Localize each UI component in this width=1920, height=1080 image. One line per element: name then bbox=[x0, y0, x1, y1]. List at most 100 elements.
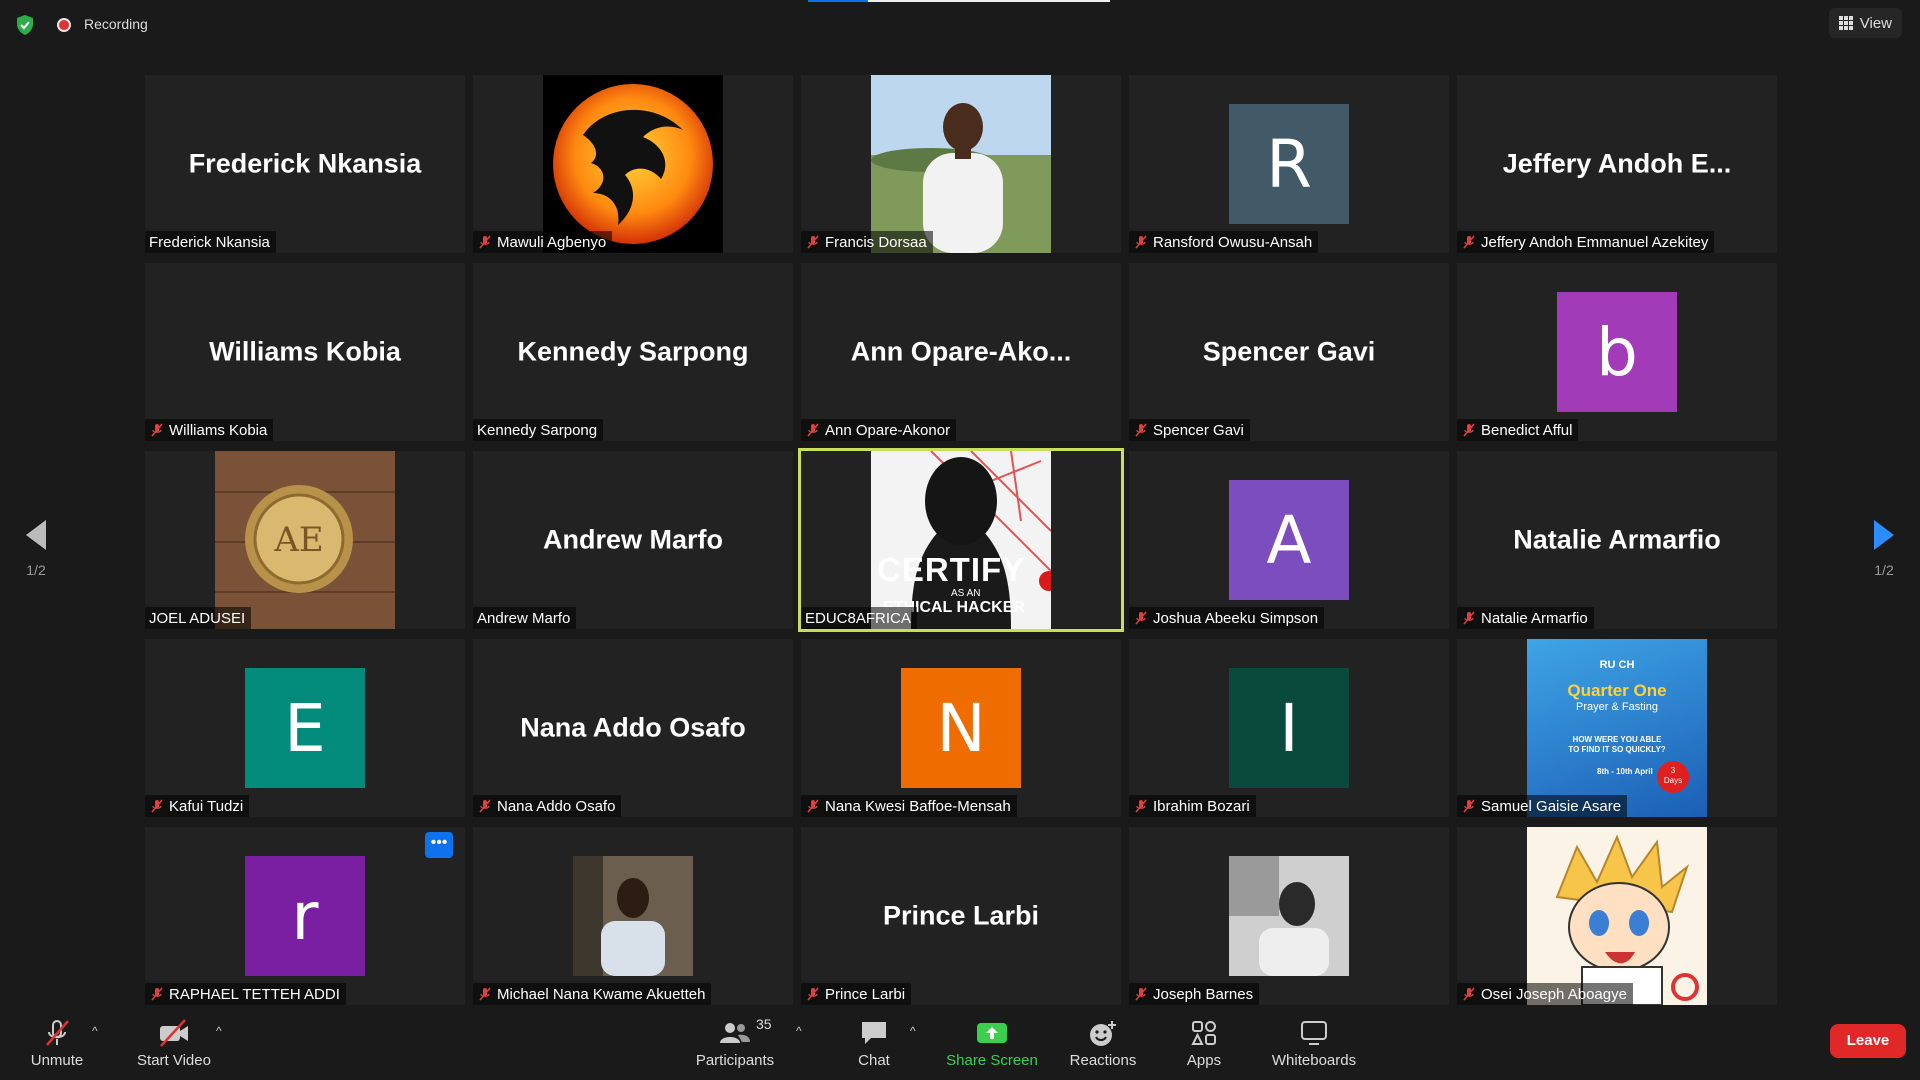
share-screen-button[interactable]: Share Screen bbox=[944, 1014, 1040, 1069]
flyer-date: 8th - 10th April bbox=[1597, 767, 1653, 776]
participant-tile[interactable]: Kennedy Sarpong Kennedy Sarpong bbox=[473, 263, 793, 441]
participant-name-tag: Ransford Owusu-Ansah bbox=[1129, 231, 1319, 253]
participant-name-tag: Nana Kwesi Baffoe-Mensah bbox=[801, 795, 1017, 817]
participant-tile[interactable]: Francis Dorsaa bbox=[801, 75, 1121, 253]
participant-tile[interactable]: b Benedict Afful bbox=[1457, 263, 1777, 441]
participant-tile[interactable]: Nana Addo Osafo Nana Addo Osafo bbox=[473, 639, 793, 817]
svg-text:AE: AE bbox=[273, 520, 323, 560]
participants-caret-icon[interactable]: ^ bbox=[796, 1024, 802, 1038]
participant-avatar: N bbox=[901, 668, 1021, 788]
muted-mic-icon bbox=[1463, 235, 1475, 249]
participant-tile[interactable]: Mawuli Agbenyo bbox=[473, 75, 793, 253]
more-options-button[interactable]: ••• bbox=[425, 832, 453, 858]
participant-tile[interactable]: Jeffery Andoh E... Jeffery Andoh Emmanue… bbox=[1457, 75, 1777, 253]
muted-mic-icon bbox=[1135, 799, 1147, 813]
muted-mic-icon bbox=[807, 799, 819, 813]
muted-mic-icon bbox=[151, 799, 163, 813]
participant-tile[interactable]: r ••• RAPHAEL TETTEH ADDI bbox=[145, 827, 465, 1005]
participant-name-tag: Frederick Nkansia bbox=[145, 231, 276, 253]
participant-tile[interactable]: N Nana Kwesi Baffoe-Mensah bbox=[801, 639, 1121, 817]
share-screen-icon bbox=[977, 1023, 1007, 1043]
participant-tile[interactable]: Natalie Armarfio Natalie Armarfio bbox=[1457, 451, 1777, 629]
participant-name: RAPHAEL TETTEH ADDI bbox=[169, 985, 340, 1003]
participants-button[interactable]: 35 Participants bbox=[690, 1014, 780, 1069]
participant-tile[interactable]: E Kafui Tudzi bbox=[145, 639, 465, 817]
page-indicator-bar bbox=[808, 0, 1110, 2]
participant-name: Ibrahim Bozari bbox=[1153, 797, 1250, 815]
participant-name-tag: Benedict Afful bbox=[1457, 419, 1579, 441]
participant-tile[interactable]: Michael Nana Kwame Akuetteh bbox=[473, 827, 793, 1005]
muted-mic-icon bbox=[807, 987, 819, 1001]
participant-photo bbox=[1229, 856, 1349, 976]
top-bar: Recording View bbox=[0, 0, 1920, 52]
muted-mic-icon bbox=[807, 235, 819, 249]
unmute-button[interactable]: Unmute bbox=[22, 1014, 92, 1069]
start-video-button[interactable]: Start Video bbox=[132, 1014, 216, 1069]
chat-caret-icon[interactable]: ^ bbox=[910, 1024, 916, 1038]
muted-mic-icon bbox=[1463, 799, 1475, 813]
participants-icon bbox=[720, 1023, 750, 1043]
flyer-question-1: HOW WERE YOU ABLE bbox=[1572, 735, 1662, 744]
participant-tile[interactable]: R Ransford Owusu-Ansah bbox=[1129, 75, 1449, 253]
participant-video-grid: Frederick Nkansia Frederick Nkansia Mawu… bbox=[145, 75, 1777, 1005]
chevron-left-icon bbox=[26, 520, 46, 550]
security-shield-icon[interactable] bbox=[14, 14, 36, 36]
flyer-days-label: Days bbox=[1663, 776, 1683, 785]
share-screen-label: Share Screen bbox=[946, 1052, 1038, 1069]
participant-name-tag: JOEL ADUSEI bbox=[145, 607, 252, 629]
video-options-caret-icon[interactable]: ^ bbox=[216, 1024, 222, 1038]
participant-tile[interactable]: Osei Joseph Aboagye bbox=[1457, 827, 1777, 1005]
participant-display-name: Jeffery Andoh E... bbox=[1502, 148, 1732, 179]
recording-indicator-icon[interactable] bbox=[57, 18, 71, 32]
participant-tile[interactable]: I Ibrahim Bozari bbox=[1129, 639, 1449, 817]
participant-tile[interactable]: AE JOEL ADUSEI bbox=[145, 451, 465, 629]
view-button[interactable]: View bbox=[1828, 8, 1902, 38]
participant-tile[interactable]: Andrew Marfo Andrew Marfo bbox=[473, 451, 793, 629]
leave-button[interactable]: Leave bbox=[1830, 1024, 1906, 1058]
apps-button[interactable]: Apps bbox=[1180, 1014, 1228, 1069]
participant-name-tag: Williams Kobia bbox=[145, 419, 274, 441]
participant-name-tag: Francis Dorsaa bbox=[801, 231, 933, 253]
chat-bubble-icon bbox=[862, 1022, 886, 1044]
muted-mic-icon bbox=[1135, 235, 1147, 249]
participant-name: Ann Opare-Akonor bbox=[825, 421, 951, 439]
participant-tile[interactable]: Prince Larbi Prince Larbi bbox=[801, 827, 1121, 1005]
participant-avatar: r bbox=[245, 856, 365, 976]
apps-label: Apps bbox=[1186, 1052, 1222, 1069]
muted-microphone-icon bbox=[46, 1020, 69, 1046]
chat-button[interactable]: Chat bbox=[850, 1014, 898, 1069]
whiteboards-button[interactable]: Whiteboards bbox=[1268, 1014, 1360, 1069]
audio-options-caret-icon[interactable]: ^ bbox=[92, 1024, 98, 1038]
participant-tile[interactable]: A Joshua Abeeku Simpson bbox=[1129, 451, 1449, 629]
muted-mic-icon bbox=[151, 423, 163, 437]
unmute-label: Unmute bbox=[30, 1052, 84, 1069]
next-page-button[interactable]: 1/2 bbox=[1864, 518, 1904, 578]
muted-mic-icon bbox=[151, 987, 163, 1001]
active-speaker-tile[interactable]: CERTIFY AS AN ETHICAL HACKER EDUC8AFRICA bbox=[798, 448, 1124, 632]
participant-name: Samuel Gaisie Asare bbox=[1481, 797, 1622, 815]
whiteboard-icon bbox=[1301, 1021, 1327, 1045]
participant-tile[interactable]: Williams Kobia Williams Kobia bbox=[145, 263, 465, 441]
participant-name-tag: Prince Larbi bbox=[801, 983, 912, 1005]
start-video-label: Start Video bbox=[137, 1052, 211, 1069]
participant-name: Natalie Armarfio bbox=[1481, 609, 1588, 627]
previous-page-button[interactable]: 1/2 bbox=[16, 518, 56, 578]
participant-avatar: A bbox=[1229, 480, 1349, 600]
anime-character-image bbox=[1527, 827, 1707, 1005]
participant-display-name: Natalie Armarfio bbox=[1513, 524, 1721, 555]
participant-name-tag: EDUC8AFRICA bbox=[801, 607, 917, 629]
participant-tile[interactable]: Ann Opare-Ako... Ann Opare-Akonor bbox=[801, 263, 1121, 441]
participant-photo bbox=[871, 75, 1051, 253]
flyer-days-badge: 3 Days bbox=[1657, 761, 1689, 793]
participant-tile[interactable]: RU CH Quarter One Prayer & Fasting HOW W… bbox=[1457, 639, 1777, 817]
participant-tile[interactable]: Spencer Gavi Spencer Gavi bbox=[1129, 263, 1449, 441]
page-number-right: 1/2 bbox=[1874, 562, 1894, 578]
participant-tile[interactable]: Joseph Barnes bbox=[1129, 827, 1449, 1005]
muted-mic-icon bbox=[479, 235, 491, 249]
participant-name-tag: Joseph Barnes bbox=[1129, 983, 1260, 1005]
participant-name-tag: Natalie Armarfio bbox=[1457, 607, 1594, 629]
participant-avatar: I bbox=[1229, 668, 1349, 788]
participant-tile[interactable]: Frederick Nkansia Frederick Nkansia bbox=[145, 75, 465, 253]
reactions-button[interactable]: Reactions bbox=[1066, 1014, 1140, 1069]
recording-label[interactable]: Recording bbox=[84, 16, 148, 32]
